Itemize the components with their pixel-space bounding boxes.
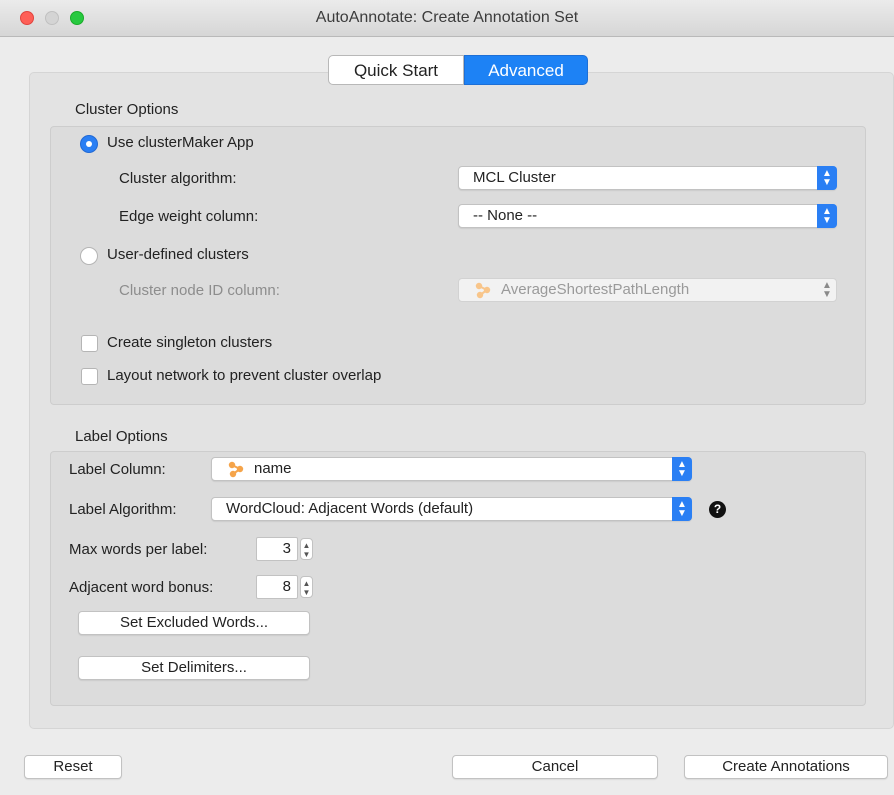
- edge-weight-select[interactable]: -- None -- ▲ ▼: [458, 204, 837, 228]
- max-words-input[interactable]: 3: [256, 537, 298, 561]
- window-title: AutoAnnotate: Create Annotation Set: [315, 9, 579, 26]
- chevron-updown-icon: ▲ ▼: [672, 497, 692, 521]
- label-algorithm-value: WordCloud: Adjacent Words (default): [226, 500, 474, 517]
- chevron-updown-icon: ▲ ▼: [822, 280, 832, 300]
- question-circle-icon[interactable]: ?: [709, 501, 726, 518]
- cluster-node-id-label: Cluster node ID column:: [119, 282, 280, 299]
- cluster-node-id-select[interactable]: AverageShortestPathLength ▲ ▼: [458, 278, 837, 302]
- chevron-updown-icon: ▲ ▼: [817, 204, 837, 228]
- cluster-options-title: Cluster Options: [75, 101, 179, 118]
- cluster-algorithm-select[interactable]: MCL Cluster ▲ ▼: [458, 166, 837, 190]
- label-column-label: Label Column:: [69, 461, 166, 478]
- adjacent-bonus-stepper[interactable]: ▲ ▼: [300, 576, 313, 598]
- cluster-node-id-value: AverageShortestPathLength: [501, 281, 690, 298]
- label-column-value: name: [254, 460, 292, 477]
- chevron-updown-icon: ▲ ▼: [817, 166, 837, 190]
- chevron-updown-icon: ▲ ▼: [672, 457, 692, 481]
- singleton-clusters-label: Create singleton clusters: [107, 334, 273, 351]
- adjacent-bonus-label: Adjacent word bonus:: [69, 579, 214, 596]
- label-algorithm-label: Label Algorithm:: [69, 501, 177, 518]
- node-network-icon: [475, 282, 491, 299]
- layout-network-label: Layout network to prevent cluster overla…: [107, 367, 382, 384]
- cluster-algorithm-value: MCL Cluster: [473, 169, 556, 186]
- set-delimiters-button[interactable]: Set Delimiters...: [78, 656, 310, 680]
- use-clustermaker-label: Use clusterMaker App: [107, 134, 254, 151]
- label-algorithm-select[interactable]: WordCloud: Adjacent Words (default) ▲ ▼: [211, 497, 692, 521]
- create-annotations-button[interactable]: Create Annotations: [684, 755, 888, 779]
- cluster-algorithm-label: Cluster algorithm:: [119, 170, 237, 187]
- label-options-title: Label Options: [75, 428, 168, 445]
- adjacent-bonus-input[interactable]: 8: [256, 575, 298, 599]
- tab-advanced[interactable]: Advanced: [464, 55, 588, 85]
- singleton-clusters-checkbox[interactable]: [81, 335, 98, 352]
- cancel-button[interactable]: Cancel: [452, 755, 658, 779]
- set-excluded-words-button[interactable]: Set Excluded Words...: [78, 611, 310, 635]
- edge-weight-value: -- None --: [473, 207, 538, 224]
- user-defined-clusters-label: User-defined clusters: [107, 246, 249, 263]
- use-clustermaker-radio[interactable]: [80, 135, 98, 153]
- user-defined-clusters-radio[interactable]: [80, 247, 98, 265]
- edge-weight-label: Edge weight column:: [119, 208, 259, 225]
- node-network-icon: [228, 461, 244, 478]
- label-column-select[interactable]: name ▲ ▼: [211, 457, 692, 481]
- max-words-stepper[interactable]: ▲ ▼: [300, 538, 313, 560]
- max-words-label: Max words per label:: [69, 541, 208, 558]
- layout-network-checkbox[interactable]: [81, 368, 98, 385]
- tab-quick-start[interactable]: Quick Start: [328, 55, 464, 85]
- reset-button[interactable]: Reset: [24, 755, 122, 779]
